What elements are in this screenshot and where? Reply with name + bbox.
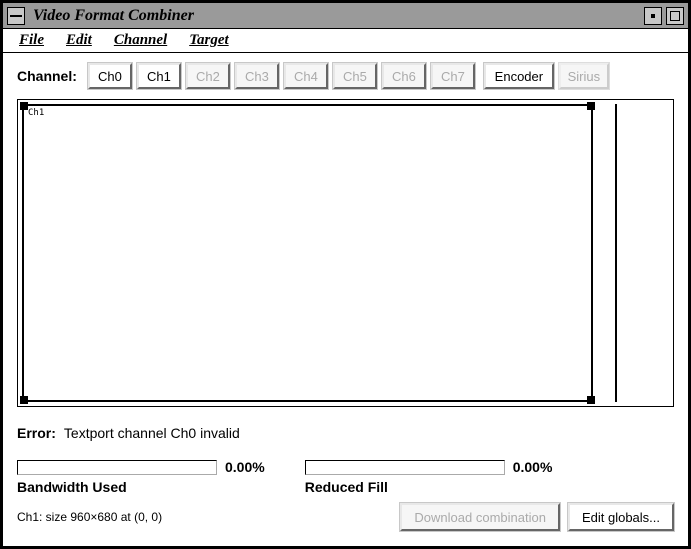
fill-value: 0.00% <box>513 459 553 475</box>
window-title: Video Format Combiner <box>33 7 644 25</box>
fill-label: Reduced Fill <box>305 479 553 495</box>
error-message: Textport channel Ch0 invalid <box>64 425 240 441</box>
bandwidth-value: 0.00% <box>225 459 265 475</box>
error-label: Error: <box>17 425 56 441</box>
window-menu-button[interactable] <box>7 7 25 25</box>
meters-row: 0.00% Bandwidth Used 0.00% Reduced Fill <box>17 459 674 495</box>
canvas-divider <box>615 104 617 402</box>
minimize-button[interactable] <box>644 7 662 25</box>
titlebar[interactable]: Video Format Combiner <box>3 3 688 29</box>
content-area: Channel: Ch0 Ch1 Ch2 Ch3 Ch4 Ch5 Ch6 Ch7… <box>3 53 688 539</box>
channel-button-ch0[interactable]: Ch0 <box>88 63 132 89</box>
bandwidth-meter: 0.00% Bandwidth Used <box>17 459 265 495</box>
channel-button-ch6: Ch6 <box>382 63 426 89</box>
fill-meter: 0.00% Reduced Fill <box>305 459 553 495</box>
error-row: Error: Textport channel Ch0 invalid <box>17 425 674 441</box>
resize-handle-br[interactable] <box>587 396 595 404</box>
sirius-button: Sirius <box>559 63 609 89</box>
canvas-panel: Ch1 <box>17 99 674 407</box>
bandwidth-label: Bandwidth Used <box>17 479 265 495</box>
menu-target[interactable]: Target <box>189 32 228 49</box>
menu-file[interactable]: File <box>19 32 44 49</box>
resize-handle-bl[interactable] <box>20 396 28 404</box>
channel-toolbar: Channel: Ch0 Ch1 Ch2 Ch3 Ch4 Ch5 Ch6 Ch7… <box>17 63 674 89</box>
menu-channel[interactable]: Channel <box>114 32 167 49</box>
channel-button-ch7: Ch7 <box>431 63 475 89</box>
resize-handle-tr[interactable] <box>587 102 595 110</box>
channel-button-ch4: Ch4 <box>284 63 328 89</box>
channel-button-ch2: Ch2 <box>186 63 230 89</box>
channel-button-ch5: Ch5 <box>333 63 377 89</box>
edit-globals-button[interactable]: Edit globals... <box>568 503 674 531</box>
encoder-button[interactable]: Encoder <box>484 63 554 89</box>
maximize-button[interactable] <box>666 7 684 25</box>
app-window: Video Format Combiner File Edit Channel … <box>0 0 691 549</box>
channel-rect-label: Ch1 <box>28 108 44 118</box>
bandwidth-bar <box>17 460 217 475</box>
menu-edit[interactable]: Edit <box>66 32 92 49</box>
channel-button-ch3: Ch3 <box>235 63 279 89</box>
download-combination-button: Download combination <box>400 503 560 531</box>
channel-rect-ch1[interactable]: Ch1 <box>22 104 593 402</box>
fill-bar <box>305 460 505 475</box>
channel-button-ch1[interactable]: Ch1 <box>137 63 181 89</box>
channel-label: Channel: <box>17 68 77 84</box>
resize-handle-tl[interactable] <box>20 102 28 110</box>
footer-row: Ch1: size 960×680 at (0, 0) Download com… <box>17 503 674 531</box>
menubar: File Edit Channel Target <box>3 29 688 53</box>
status-text: Ch1: size 960×680 at (0, 0) <box>17 510 162 524</box>
